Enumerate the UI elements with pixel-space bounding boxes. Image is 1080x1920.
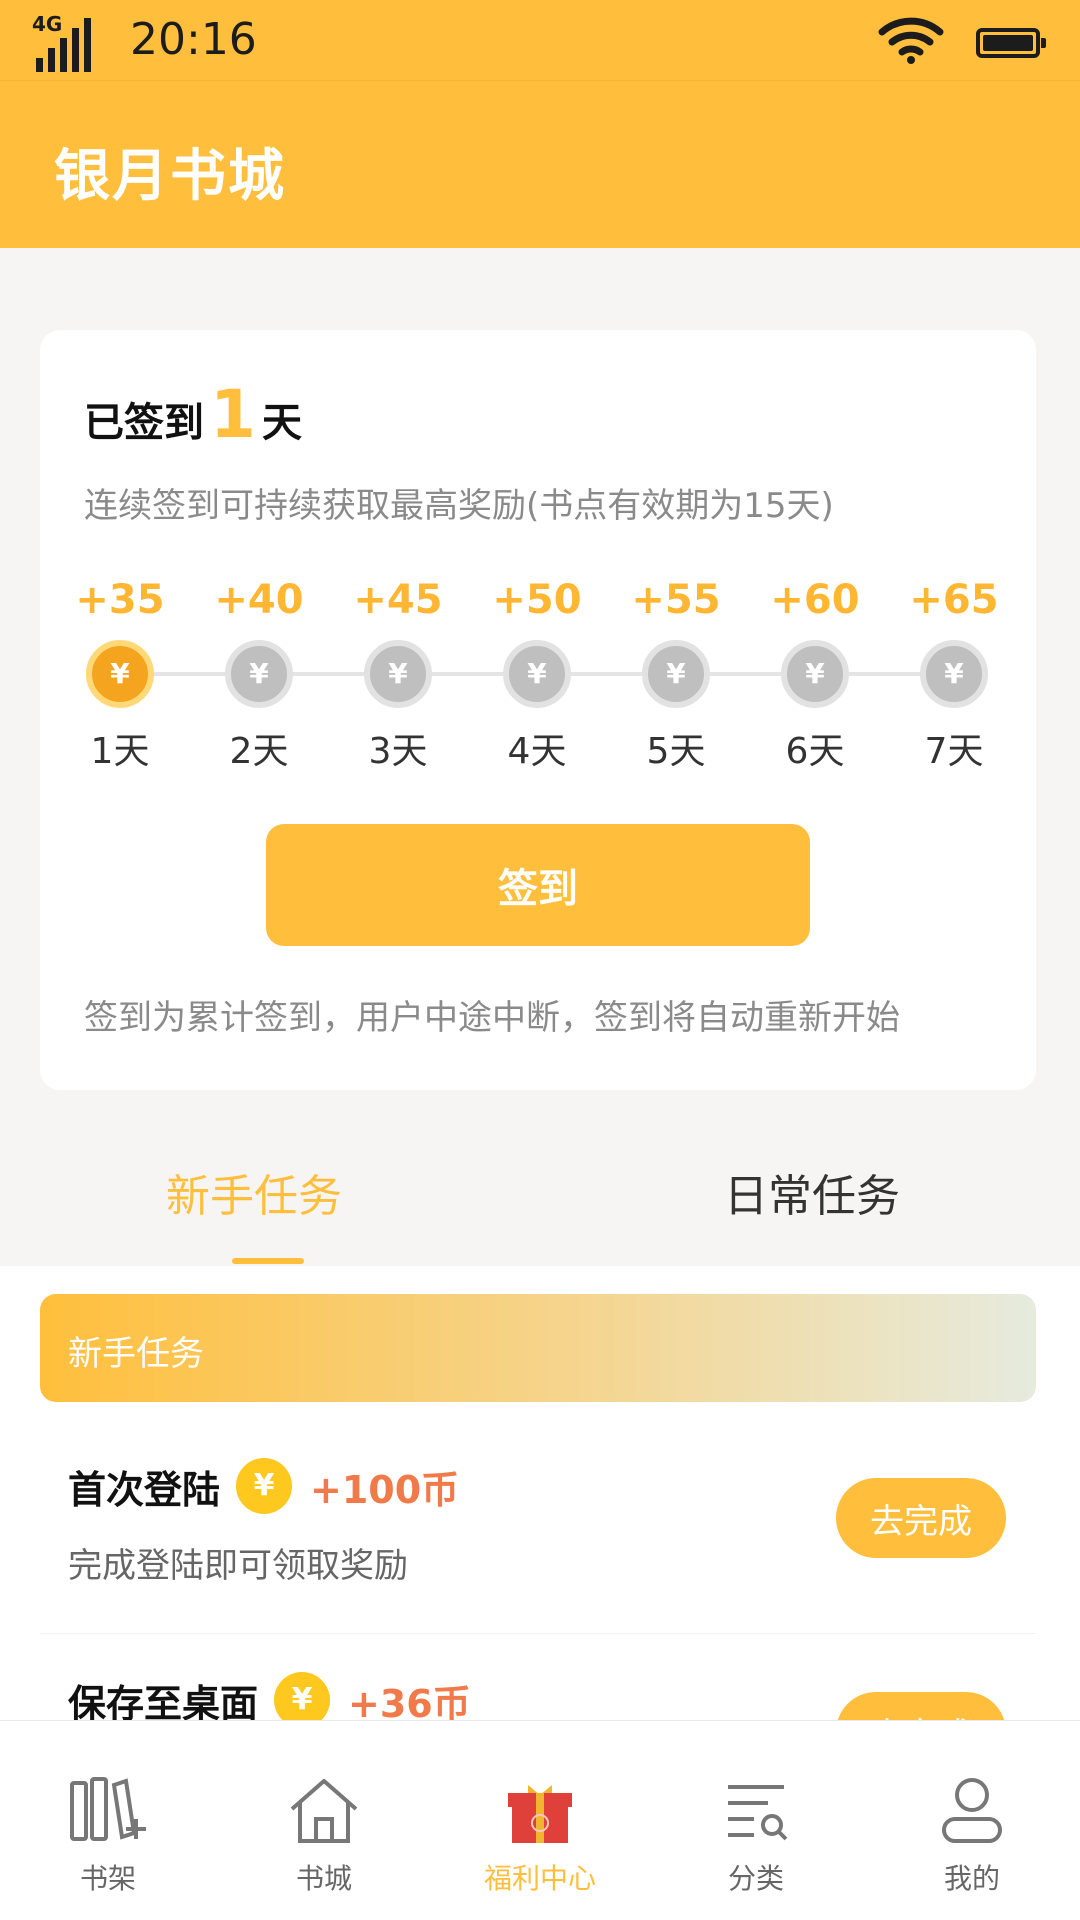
reward-day-label: 7天 <box>924 731 984 772</box>
reward-track: +35 ¥ 1天 +40 ¥ 2天 +45 ¥ 3天 +50 ¥ 4天 +55 … <box>75 570 998 790</box>
reward-day-6: +60 ¥ 6天 <box>760 570 870 774</box>
active-tab-indicator <box>232 1258 304 1264</box>
task-item: 首次登陆 ¥ +100币 完成登陆即可领取奖励 去完成 <box>40 1434 1036 1634</box>
coin-icon: ¥ <box>364 640 432 708</box>
reward-day-7: +65 ¥ 7天 <box>899 570 1009 774</box>
app-title: 银月书城 <box>54 144 286 209</box>
reward-points: +45 <box>353 577 443 623</box>
signed-suffix: 天 <box>261 400 302 446</box>
task-panel: 新手任务 首次登陆 ¥ +100币 完成登陆即可领取奖励 去完成 保存至桌面 ¥… <box>0 1266 1080 1720</box>
reward-points: +60 <box>770 577 860 623</box>
reward-day-label: 3天 <box>368 731 428 772</box>
reward-day-3: +45 ¥ 3天 <box>343 570 453 774</box>
task-item: 保存至桌面 ¥ +36币 去完成 <box>40 1648 1036 1720</box>
reward-points: +65 <box>909 577 999 623</box>
task-description: 完成登陆即可领取奖励 <box>68 1546 408 1586</box>
reward-day-label: 1天 <box>90 731 150 772</box>
task-complete-button[interactable]: 去完成 <box>836 1692 1006 1720</box>
task-name: 首次登陆 <box>68 1467 221 1512</box>
nav-welfare-center[interactable]: 福利中心 <box>432 1721 648 1920</box>
coin-icon: ¥ <box>86 640 154 708</box>
reward-day-label: 4天 <box>507 731 567 772</box>
reward-day-label: 6天 <box>785 731 845 772</box>
reward-points: +55 <box>631 577 721 623</box>
nav-bookshelf[interactable]: 书架 <box>0 1721 216 1920</box>
status-bar: 4G 20:16 <box>0 0 1080 80</box>
coin-icon: ¥ <box>236 1458 293 1514</box>
signed-count: 1 <box>210 376 256 453</box>
nav-label: 分类 <box>727 1862 784 1895</box>
coin-icon: ¥ <box>225 640 293 708</box>
nav-mine[interactable]: 我的 <box>864 1721 1080 1920</box>
tab-daily-tasks[interactable]: 日常任务 <box>724 1160 900 1224</box>
battery-icon <box>976 28 1046 58</box>
reward-day-1: +35 ¥ 1天 <box>65 570 175 774</box>
reward-day-5: +55 ¥ 5天 <box>621 570 731 774</box>
task-reward: +100币 <box>310 1467 460 1512</box>
app-header: 银月书城 <box>0 80 1080 248</box>
sign-in-hint: 连续签到可持续获取最高奖励(书点有效期为15天) <box>84 486 834 526</box>
sign-in-card: 已签到 1 天 连续签到可持续获取最高奖励(书点有效期为15天) +35 ¥ 1… <box>40 330 1036 1090</box>
nav-label: 我的 <box>943 1862 1000 1895</box>
reward-day-2: +40 ¥ 2天 <box>204 570 314 774</box>
category-search-icon <box>728 1785 788 1841</box>
reward-points: +40 <box>214 577 304 623</box>
signed-days: 已签到 1 天 <box>84 382 302 448</box>
gift-box-icon <box>508 1785 572 1843</box>
nav-category[interactable]: 分类 <box>648 1721 864 1920</box>
user-icon <box>942 1778 1002 1843</box>
coin-icon: ¥ <box>503 640 571 708</box>
house-icon <box>290 1779 358 1843</box>
nav-label: 书架 <box>79 1862 136 1895</box>
nav-label: 福利中心 <box>483 1862 596 1895</box>
sign-in-button[interactable]: 签到 <box>266 824 810 946</box>
nav-label: 书城 <box>295 1862 352 1895</box>
bookshelf-icon <box>70 1777 146 1841</box>
reward-day-label: 5天 <box>646 731 706 772</box>
coin-icon: ¥ <box>781 640 849 708</box>
cellular-signal-icon: 4G <box>32 12 96 72</box>
sign-in-rule: 签到为累计签到，用户中途中断，签到将自动重新开始 <box>84 998 900 1038</box>
coin-icon: ¥ <box>642 640 710 708</box>
reward-day-4: +50 ¥ 4天 <box>482 570 592 774</box>
nav-bookstore[interactable]: 书城 <box>216 1721 432 1920</box>
tab-newbie-tasks[interactable]: 新手任务 <box>166 1160 342 1224</box>
coin-icon: ¥ <box>920 640 988 708</box>
task-name: 保存至桌面 <box>68 1681 259 1721</box>
reward-points: +50 <box>492 577 582 623</box>
signed-prefix: 已签到 <box>84 400 204 446</box>
task-tabs: 新手任务 日常任务 <box>0 1120 1080 1266</box>
task-complete-button[interactable]: 去完成 <box>836 1478 1006 1558</box>
status-time: 20:16 <box>130 14 257 65</box>
reward-day-label: 2天 <box>229 731 289 772</box>
task-reward: +36币 <box>348 1681 471 1721</box>
wifi-icon <box>878 17 944 64</box>
task-section-title: 新手任务 <box>68 1334 204 1374</box>
reward-points: +35 <box>75 577 165 623</box>
bottom-nav: 书架 书城 福利中心 分类 我的 <box>0 1720 1080 1920</box>
coin-icon: ¥ <box>274 1672 331 1720</box>
task-section-banner: 新手任务 <box>40 1294 1036 1402</box>
network-type: 4G <box>32 12 63 36</box>
